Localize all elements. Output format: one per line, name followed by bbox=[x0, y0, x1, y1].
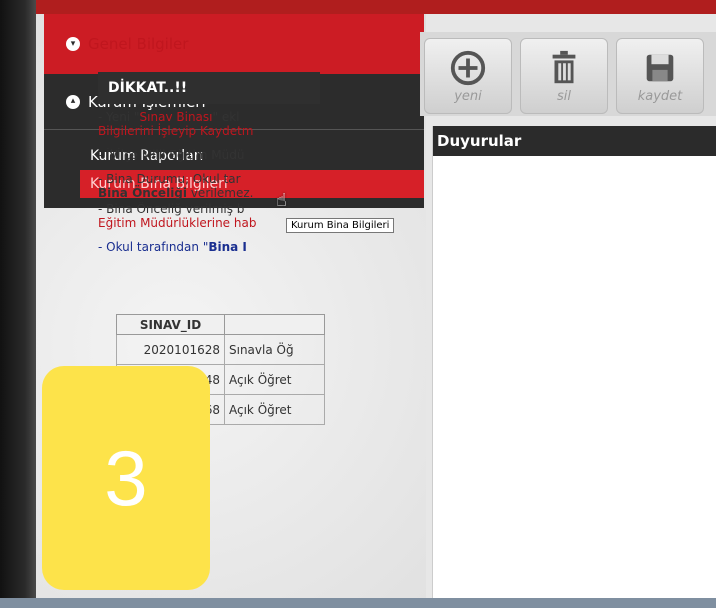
notice-line: - Bina Önceliğ verilmiş b Eğitim Müdürlü… bbox=[98, 202, 320, 230]
notice-highlight: Bilgilerini İşleyip Kaydetm bbox=[98, 124, 254, 138]
toolbar: yeni sil kaydet bbox=[420, 32, 716, 116]
notice-text: - İl/İlçe Milli Eğitim Müdü bbox=[98, 148, 245, 162]
notice-line: - İl/İlçe Milli Eğitim Müdü bbox=[98, 148, 320, 162]
floppy-disk-icon bbox=[646, 54, 674, 81]
panel-title: Duyurular bbox=[433, 126, 716, 156]
step-number: 3 bbox=[104, 433, 148, 522]
menu-genel-bilgiler[interactable]: ▾ Genel Bilgiler bbox=[44, 14, 424, 74]
announcements-panel: Duyurular bbox=[432, 126, 716, 598]
circle-chevron-icon: ▴ bbox=[66, 94, 80, 109]
monitor-bezel-bottom bbox=[0, 598, 716, 608]
save-button[interactable]: kaydet bbox=[616, 38, 704, 114]
notice-line: - Okul tarafından "Bina I bbox=[98, 240, 320, 254]
new-button-label: yeni bbox=[454, 88, 482, 104]
notice-text: - Bina Durumu, Okul tar bbox=[98, 172, 241, 186]
notice-line: - Bina Durumu, Okul tar Bina Önceliği ve… bbox=[98, 172, 320, 200]
circle-chevron-icon: ▾ bbox=[66, 37, 80, 51]
plus-circle-icon bbox=[450, 50, 486, 85]
notice-box: DİKKAT..!! - Yeni "Sınav Binası" ekl Bil… bbox=[98, 72, 320, 264]
table-header-row: SINAV_ID bbox=[116, 314, 325, 335]
column-header-name bbox=[224, 314, 325, 335]
top-header-strip bbox=[36, 0, 716, 14]
notice-bold: Bina I bbox=[208, 240, 247, 254]
notice-line: - Yeni "Sınav Binası" ekl Bilgilerini İş… bbox=[98, 110, 320, 138]
delete-button[interactable]: sil bbox=[520, 38, 608, 114]
notice-highlight: Sınav Binası bbox=[139, 110, 213, 124]
cell-name: Açık Öğret bbox=[224, 394, 325, 425]
column-header-sinav-id[interactable]: SINAV_ID bbox=[116, 314, 225, 335]
step-number-badge: 3 bbox=[42, 366, 210, 590]
save-button-label: kaydet bbox=[637, 88, 683, 104]
cell-name: Açık Öğret bbox=[224, 364, 325, 395]
notice-text: - Okul tarafından " bbox=[98, 240, 209, 254]
notice-text: - Yeni " bbox=[98, 110, 140, 124]
notice-highlight: Eğitim Müdürlüklerine hab bbox=[98, 216, 257, 230]
notice-bold: Bina Önceliği bbox=[98, 186, 188, 200]
delete-button-label: sil bbox=[557, 88, 571, 104]
cell-name: Sınavla Öğ bbox=[224, 334, 325, 365]
menu-genel-bilgiler-label: Genel Bilgiler bbox=[88, 35, 189, 53]
new-button[interactable]: yeni bbox=[424, 38, 512, 114]
notice-text: verilemez. bbox=[187, 186, 254, 200]
notice-title: DİKKAT..!! bbox=[98, 72, 320, 104]
table-row[interactable]: 2020101628 Sınavla Öğ bbox=[116, 334, 325, 365]
notice-text: " ekl bbox=[212, 110, 240, 124]
notice-text: - Bina Önceliğ verilmiş b bbox=[98, 202, 245, 216]
trash-icon bbox=[552, 50, 576, 83]
monitor-bezel bbox=[0, 0, 36, 608]
cell-sinav-id: 2020101628 bbox=[116, 334, 225, 365]
